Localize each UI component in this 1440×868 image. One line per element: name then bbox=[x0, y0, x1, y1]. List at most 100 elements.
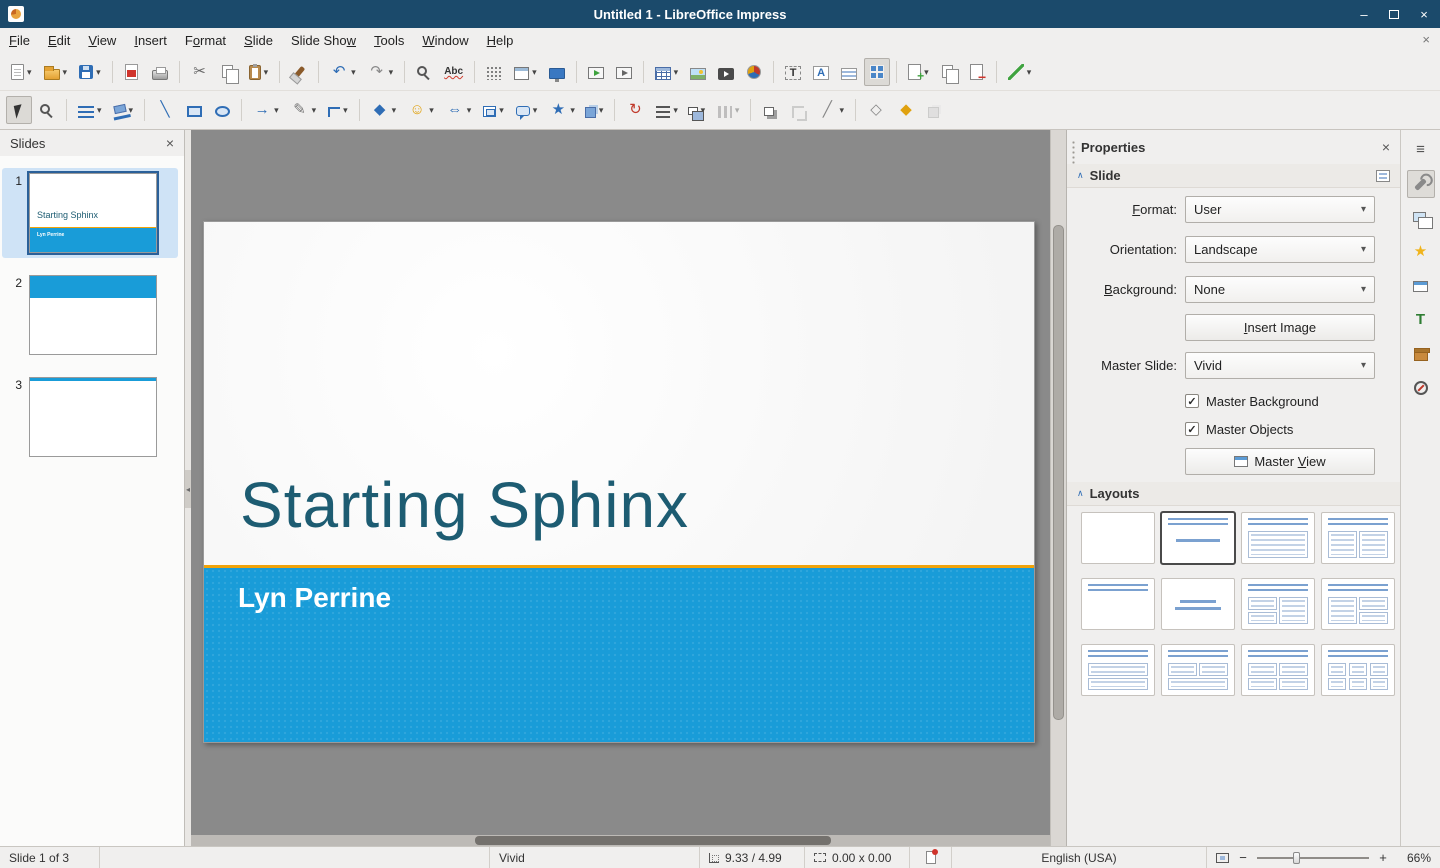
animation-tab[interactable]: ★ bbox=[1407, 238, 1435, 266]
3d-objects-button[interactable]: ▾ bbox=[582, 96, 609, 124]
dropdown-arrow-icon[interactable]: ▾ bbox=[599, 105, 604, 116]
insert-table-button[interactable]: ▾ bbox=[650, 58, 684, 86]
zoom-level-text[interactable]: 66% bbox=[1397, 851, 1431, 865]
rectangle-button[interactable] bbox=[181, 96, 207, 124]
layout-title-content-over-content[interactable] bbox=[1081, 644, 1155, 696]
layout-title-2content-over-content[interactable] bbox=[1161, 644, 1235, 696]
sidebar-settings[interactable]: ≡ bbox=[1407, 136, 1435, 164]
dropdown-arrow-icon[interactable]: ▾ bbox=[343, 105, 348, 116]
duplicate-slide-button[interactable] bbox=[936, 58, 962, 86]
header-and-footer-button[interactable] bbox=[836, 58, 862, 86]
start-from-current-slide-button[interactable] bbox=[611, 58, 637, 86]
slide-transition-tab[interactable] bbox=[1407, 204, 1435, 232]
section-layouts-header[interactable]: ∧ Layouts bbox=[1067, 482, 1400, 506]
slide-thumbnail[interactable]: Starting SphinxLyn Perrine bbox=[29, 173, 157, 253]
menu-help[interactable]: Help bbox=[478, 28, 523, 54]
ellipse-button[interactable] bbox=[209, 96, 235, 124]
slide-properties-more-icon[interactable] bbox=[1376, 170, 1390, 182]
master-slide-indicator[interactable]: Vivid bbox=[490, 847, 700, 868]
dropdown-arrow-icon[interactable]: ▾ bbox=[467, 105, 472, 116]
menu-slide[interactable]: Slide bbox=[235, 28, 282, 54]
snap-guides-button[interactable]: ▾ bbox=[509, 58, 542, 86]
dropdown-arrow-icon[interactable]: ▾ bbox=[351, 67, 356, 78]
menu-insert[interactable]: Insert bbox=[125, 28, 176, 54]
dropdown-arrow-icon[interactable]: ▾ bbox=[839, 105, 844, 116]
layout-title-only[interactable] bbox=[1081, 578, 1155, 630]
insert-text-box-button[interactable]: T bbox=[780, 58, 806, 86]
zoom-and-pan-button[interactable] bbox=[34, 96, 60, 124]
dropdown-arrow-icon[interactable]: ▾ bbox=[570, 105, 575, 116]
layout-title-6content[interactable] bbox=[1321, 644, 1395, 696]
layout-title-4content[interactable] bbox=[1241, 644, 1315, 696]
insert-audio-video-button[interactable] bbox=[713, 58, 739, 86]
styles-tab[interactable]: T bbox=[1407, 306, 1435, 334]
symbol-shapes-button[interactable]: ☺▾ bbox=[403, 96, 439, 124]
properties-tab[interactable] bbox=[1407, 170, 1435, 198]
callout-shapes-button[interactable]: ▾ bbox=[511, 96, 543, 124]
dropdown-arrow-icon[interactable]: ▾ bbox=[735, 105, 740, 116]
menu-edit[interactable]: Edit bbox=[39, 28, 79, 54]
layout-blank[interactable] bbox=[1081, 512, 1155, 564]
fill-color-button[interactable]: ▾ bbox=[109, 96, 139, 124]
vertical-scrollbar-thumb[interactable] bbox=[1053, 225, 1064, 720]
zoom-in-button[interactable]: + bbox=[1377, 850, 1389, 865]
export-as-pdf-button[interactable] bbox=[119, 58, 145, 86]
fit-slide-icon[interactable] bbox=[1216, 853, 1229, 863]
line-color-button[interactable]: ▾ bbox=[73, 96, 107, 124]
horizontal-scrollbar[interactable] bbox=[191, 835, 1050, 846]
dropdown-arrow-icon[interactable]: ▾ bbox=[27, 67, 32, 78]
dropdown-arrow-icon[interactable]: ▾ bbox=[97, 105, 102, 116]
display-views-button[interactable] bbox=[864, 58, 890, 86]
connectors-button[interactable]: ▾ bbox=[323, 96, 353, 124]
transformations-button[interactable]: ╱▾ bbox=[813, 96, 849, 124]
arrange-button[interactable]: ▾ bbox=[685, 96, 711, 124]
select-button[interactable] bbox=[6, 96, 32, 124]
show-draw-functions-button[interactable]: ▾ bbox=[1003, 58, 1037, 86]
layout-title-content-2content[interactable] bbox=[1321, 578, 1395, 630]
insert-image-button[interactable]: Insert Image bbox=[1185, 314, 1375, 341]
minimize-button[interactable]: – bbox=[1356, 7, 1372, 22]
basic-shapes-button[interactable]: ◆▾ bbox=[366, 96, 402, 124]
paste-button[interactable]: ▾ bbox=[244, 58, 274, 86]
menu-window[interactable]: Window bbox=[413, 28, 477, 54]
zoom-slider[interactable] bbox=[1257, 857, 1369, 859]
section-slide-header[interactable]: ∧ Slide bbox=[1067, 164, 1400, 188]
undo-button[interactable]: ↶▾ bbox=[325, 58, 361, 86]
cut-button[interactable]: ✂ bbox=[186, 58, 214, 86]
dropdown-arrow-icon[interactable]: ▾ bbox=[264, 67, 269, 78]
slides-panel-close-button[interactable]: × bbox=[166, 135, 174, 151]
panel-grip[interactable] bbox=[1071, 140, 1076, 164]
insert-fontwork-button[interactable]: A bbox=[808, 58, 834, 86]
master-background-checkbox[interactable]: ✓ Master Background bbox=[1185, 392, 1319, 410]
dropdown-arrow-icon[interactable]: ▾ bbox=[389, 67, 394, 78]
save-button[interactable]: ▾ bbox=[74, 58, 106, 86]
save-status-indicator[interactable] bbox=[910, 847, 952, 868]
stars-and-banners-button[interactable]: ★▾ bbox=[544, 96, 580, 124]
toggle-extrusion-button[interactable] bbox=[922, 96, 948, 124]
menu-format[interactable]: Format bbox=[176, 28, 235, 54]
spelling-button[interactable]: Abc bbox=[439, 58, 468, 86]
layout-title-2content-content[interactable] bbox=[1241, 578, 1315, 630]
dropdown-arrow-icon[interactable]: ▾ bbox=[673, 105, 678, 116]
navigator-tab[interactable] bbox=[1407, 374, 1435, 402]
dropdown-arrow-icon[interactable]: ▾ bbox=[499, 105, 504, 116]
format-select[interactable]: User ▾ bbox=[1185, 196, 1375, 223]
dropdown-arrow-icon[interactable]: ▾ bbox=[1027, 67, 1032, 78]
horizontal-scrollbar-thumb[interactable] bbox=[475, 836, 831, 845]
crop-button[interactable] bbox=[785, 96, 811, 124]
display-grid-button[interactable] bbox=[481, 58, 507, 86]
dropdown-arrow-icon[interactable]: ▾ bbox=[392, 105, 397, 116]
open-button[interactable]: ▾ bbox=[39, 58, 73, 86]
clone-formatting-button[interactable] bbox=[286, 58, 312, 86]
slide-author-text[interactable]: Lyn Perrine bbox=[238, 582, 391, 614]
master-view-button[interactable]: Master View bbox=[1185, 448, 1375, 475]
layout-title-two-content[interactable] bbox=[1321, 512, 1395, 564]
dropdown-arrow-icon[interactable]: ▾ bbox=[533, 105, 538, 116]
dropdown-arrow-icon[interactable]: ▾ bbox=[312, 105, 317, 116]
slide-thumbnail[interactable] bbox=[29, 275, 157, 355]
document-close-button[interactable]: × bbox=[1422, 32, 1430, 47]
delete-slide-button[interactable] bbox=[964, 58, 990, 86]
close-button[interactable]: × bbox=[1416, 7, 1432, 22]
toggle-point-edit-button[interactable]: ◇ bbox=[862, 96, 890, 124]
menu-slide-show[interactable]: Slide Show bbox=[282, 28, 365, 54]
